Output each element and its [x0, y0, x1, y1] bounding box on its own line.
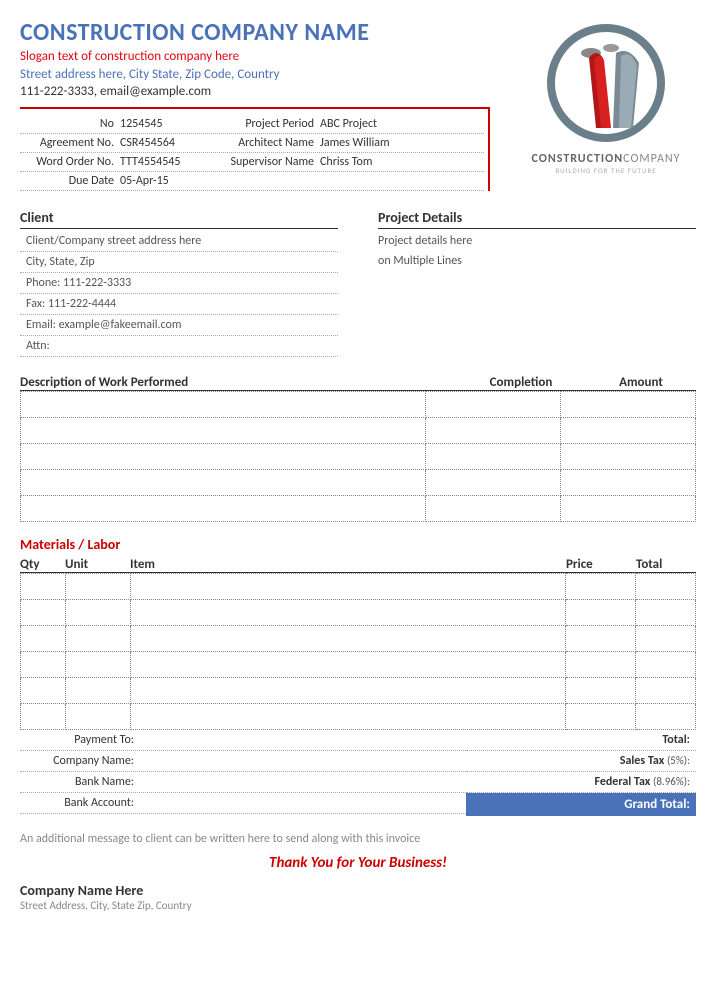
logo-tagline: BUILDING FOR THE FUTURE — [516, 166, 696, 175]
architect-label: Architect Name — [200, 136, 320, 150]
payment-to-label: Payment To: — [20, 733, 140, 747]
logo-graphic — [541, 18, 671, 148]
payment-section: Payment To: Company Name: Bank Name: Ban… — [20, 730, 466, 816]
header-left: CONSTRUCTION COMPANY NAME Slogan text of… — [20, 18, 516, 191]
footer-address: Street Address, City, State Zip, Country — [20, 899, 696, 912]
due-value: 05-Apr-15 — [120, 174, 200, 188]
client-heading: Client — [20, 209, 338, 229]
project-details-section: Project Details Project details here on … — [378, 209, 696, 357]
thank-you: Thank You for Your Business! — [20, 854, 696, 872]
footer-company: Company Name Here — [20, 882, 696, 899]
project-info-box: No 1254545 Project Period ABC Project Ag… — [20, 107, 490, 191]
total-heading: Total — [636, 557, 696, 572]
client-section: Client Client/Company street address her… — [20, 209, 338, 357]
client-line: Fax: 111-222-4444 — [20, 294, 338, 315]
unit-heading: Unit — [65, 557, 130, 572]
period-value: ABC Project — [320, 117, 484, 131]
client-line: Email: example@fakeemail.com — [20, 315, 338, 336]
item-heading: Item — [130, 557, 566, 572]
supervisor-value: Chriss Tom — [320, 155, 484, 169]
project-detail-line: Project details here — [378, 231, 696, 251]
materials-header-row: Qty Unit Item Price Total — [20, 557, 696, 573]
project-detail-line: on Multiple Lines — [378, 251, 696, 271]
grand-total-label: Grand Total: — [466, 793, 696, 816]
supervisor-label: Supervisor Name — [200, 155, 320, 169]
client-line: Client/Company street address here — [20, 231, 338, 252]
federal-tax-label: Federal Tax (8.96%): — [594, 775, 696, 789]
logo: CONSTRUCTIONCOMPANY BUILDING FOR THE FUT… — [516, 18, 696, 191]
order-value: TTT4554545 — [120, 155, 200, 169]
price-heading: Price — [566, 557, 636, 572]
work-completion-heading: Completion — [456, 375, 586, 390]
bottom-section: Payment To: Company Name: Bank Name: Ban… — [20, 730, 696, 816]
header: CONSTRUCTION COMPANY NAME Slogan text of… — [20, 18, 696, 191]
materials-heading: Materials / Labor — [20, 536, 696, 553]
total-label: Total: — [662, 733, 696, 747]
client-line: Attn: — [20, 336, 338, 357]
work-table — [20, 391, 696, 522]
period-label: Project Period — [200, 117, 320, 131]
logo-brand: CONSTRUCTIONCOMPANY — [516, 152, 696, 166]
payment-bank-label: Bank Name: — [20, 775, 140, 789]
totals-section: Total: Sales Tax (5%): Federal Tax (8.96… — [466, 730, 696, 816]
order-label: Word Order No. — [20, 155, 120, 169]
work-header: Description of Work Performed Completion… — [20, 375, 696, 391]
work-amount-heading: Amount — [586, 375, 696, 390]
due-label: Due Date — [20, 174, 120, 188]
payment-company-label: Company Name: — [20, 754, 140, 768]
client-line: City, State, Zip — [20, 252, 338, 273]
agreement-value: CSR454564 — [120, 136, 200, 150]
project-details-heading: Project Details — [378, 209, 696, 229]
work-description-heading: Description of Work Performed — [20, 375, 456, 390]
agreement-label: Agreement No. — [20, 136, 120, 150]
company-address: Street address here, City State, Zip Cod… — [20, 67, 516, 82]
no-label: No — [20, 117, 120, 131]
footer-message: An additional message to client can be w… — [20, 832, 696, 846]
slogan: Slogan text of construction company here — [20, 49, 516, 64]
client-line: Phone: 111-222-3333 — [20, 273, 338, 294]
qty-heading: Qty — [20, 557, 65, 572]
materials-table — [20, 573, 696, 730]
company-title: CONSTRUCTION COMPANY NAME — [20, 18, 516, 47]
architect-value: James William — [320, 136, 484, 150]
payment-account-label: Bank Account: — [20, 796, 140, 810]
company-contact: 111-222-3333, email@example.com — [20, 84, 516, 99]
sales-tax-label: Sales Tax (5%): — [620, 754, 696, 768]
no-value: 1254545 — [120, 117, 200, 131]
